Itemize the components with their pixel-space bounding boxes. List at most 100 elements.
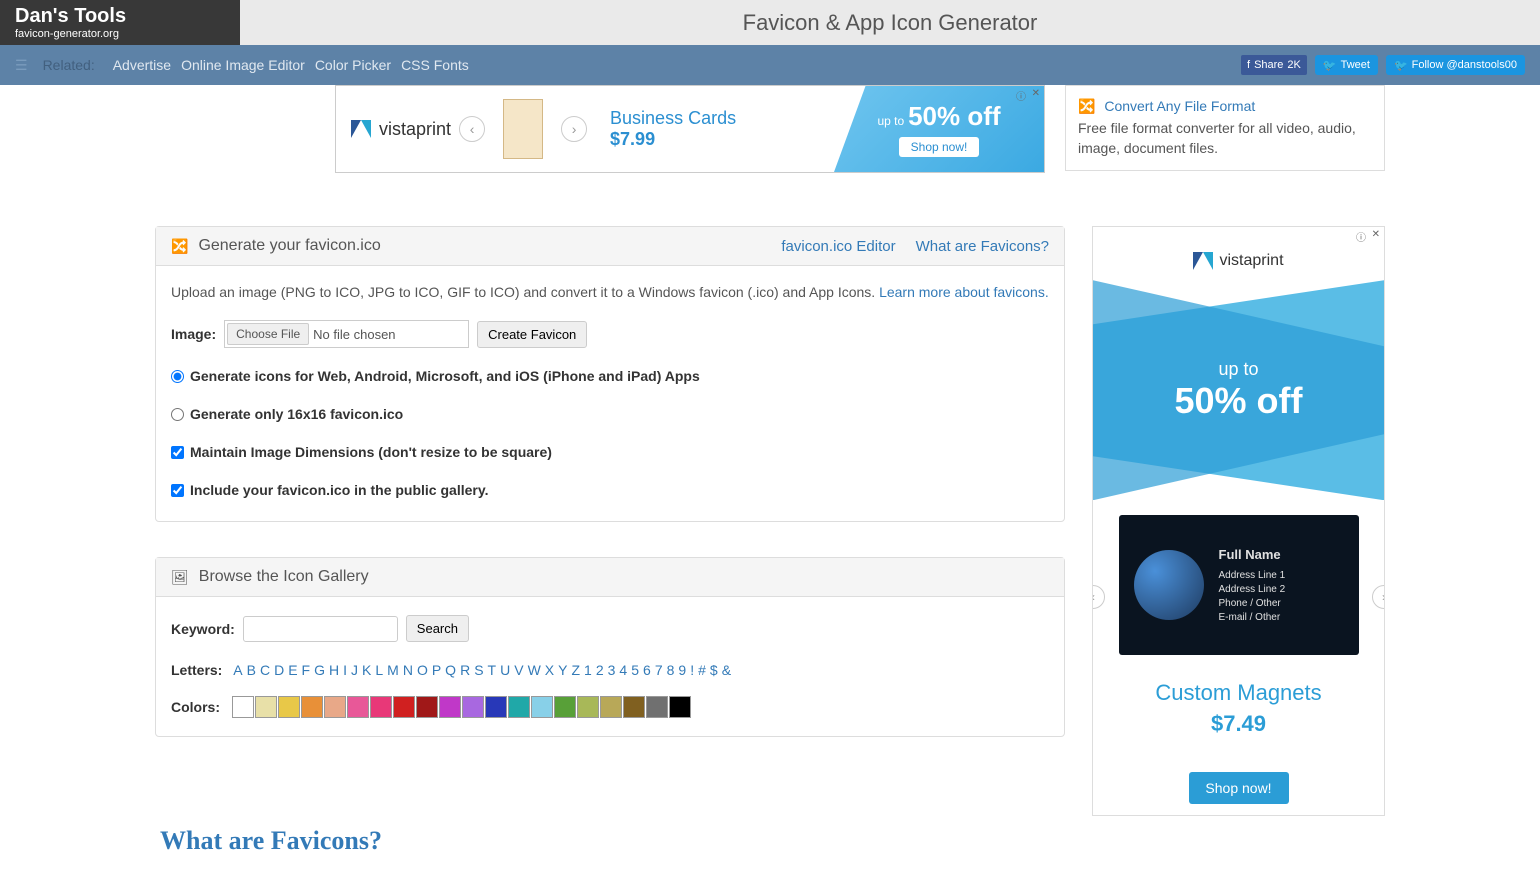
ad-sidebar[interactable]: ⓘ ✕ vistaprint up to 50% off <box>1092 226 1385 816</box>
choose-file-button[interactable]: Choose File <box>227 323 309 345</box>
ad-info-icon[interactable]: ⓘ <box>1356 229 1366 244</box>
color-swatch[interactable] <box>301 696 323 718</box>
ad-banner-top[interactable]: vistaprint ‹ › Business Cards $7.99 up t… <box>335 85 1045 173</box>
color-swatch[interactable] <box>485 696 507 718</box>
letter-link[interactable]: N <box>403 662 413 678</box>
letter-link[interactable]: ! <box>690 662 694 678</box>
color-swatch[interactable] <box>370 696 392 718</box>
ad-prev-icon[interactable]: ‹ <box>459 116 485 142</box>
letter-link[interactable]: 1 <box>584 662 592 678</box>
letter-link[interactable]: G <box>314 662 325 678</box>
image-icon: 🖼 <box>171 569 189 586</box>
color-swatch[interactable] <box>577 696 599 718</box>
color-swatch[interactable] <box>278 696 300 718</box>
letter-link[interactable]: 3 <box>608 662 616 678</box>
letter-link[interactable]: E <box>288 662 297 678</box>
nav-link-advertise[interactable]: Advertise <box>113 57 171 73</box>
letter-link[interactable]: P <box>432 662 441 678</box>
radio-generate-all[interactable] <box>171 370 184 383</box>
letter-link[interactable]: 5 <box>631 662 639 678</box>
file-input[interactable]: Choose File No file chosen <box>224 320 469 348</box>
color-swatch[interactable] <box>393 696 415 718</box>
letter-link[interactable]: J <box>351 662 358 678</box>
letter-link[interactable]: C <box>260 662 270 678</box>
ad-side-shop-button[interactable]: Shop now! <box>1189 772 1289 804</box>
letter-link[interactable]: 4 <box>619 662 627 678</box>
learn-more-link[interactable]: Learn more about favicons. <box>879 284 1049 300</box>
search-button[interactable]: Search <box>406 615 469 642</box>
letter-link[interactable]: X <box>545 662 554 678</box>
letter-link[interactable]: 7 <box>655 662 663 678</box>
letter-link[interactable]: 8 <box>667 662 675 678</box>
ad-close-icon[interactable]: ✕ <box>1032 88 1040 99</box>
letter-link[interactable]: Y <box>558 662 567 678</box>
create-favicon-button[interactable]: Create Favicon <box>477 321 587 348</box>
letter-link[interactable]: U <box>500 662 510 678</box>
favicon-editor-link[interactable]: favicon.ico Editor <box>781 238 895 255</box>
letter-link[interactable]: & <box>722 662 731 678</box>
color-swatch[interactable] <box>600 696 622 718</box>
logo-subtitle: favicon-generator.org <box>15 28 240 40</box>
letter-link[interactable]: I <box>343 662 347 678</box>
letter-link[interactable]: S <box>474 662 483 678</box>
twitter-follow-button[interactable]: 🐦 Follow @danstools00 <box>1386 55 1525 75</box>
letter-link[interactable]: 6 <box>643 662 651 678</box>
letter-link[interactable]: L <box>375 662 383 678</box>
ad-card-preview <box>503 99 543 159</box>
ad-side-prev-icon[interactable]: ‹ <box>1092 585 1105 609</box>
logo-box[interactable]: Dan's Tools favicon-generator.org <box>0 0 240 45</box>
letter-link[interactable]: B <box>247 662 256 678</box>
facebook-share-button[interactable]: f Share 2K <box>1241 55 1307 75</box>
checkbox-maintain-dimensions[interactable] <box>171 446 184 459</box>
color-swatch[interactable] <box>646 696 668 718</box>
color-swatch[interactable] <box>347 696 369 718</box>
letter-link[interactable]: O <box>417 662 428 678</box>
color-swatch[interactable] <box>232 696 254 718</box>
ad-next-icon[interactable]: › <box>561 116 587 142</box>
letter-link[interactable]: Z <box>571 662 580 678</box>
convert-file-text: Free file format converter for all video… <box>1078 119 1372 158</box>
letter-link[interactable]: 2 <box>596 662 604 678</box>
hamburger-icon[interactable]: ☰ <box>15 57 28 74</box>
nav-link-css-fonts[interactable]: CSS Fonts <box>401 57 469 73</box>
letter-link[interactable]: W <box>528 662 541 678</box>
color-swatch[interactable] <box>531 696 553 718</box>
letter-link[interactable]: 9 <box>678 662 686 678</box>
color-swatch[interactable] <box>439 696 461 718</box>
ad-offer-text: Business Cards <box>610 108 736 129</box>
ad-shop-button[interactable]: Shop now! <box>899 137 980 157</box>
letter-link[interactable]: Q <box>445 662 456 678</box>
color-swatch[interactable] <box>508 696 530 718</box>
letter-link[interactable]: R <box>460 662 470 678</box>
radio-generate-16[interactable] <box>171 408 184 421</box>
vista-v-icon <box>1193 252 1213 270</box>
keyword-input[interactable] <box>243 616 398 642</box>
what-are-favicons-link[interactable]: What are Favicons? <box>916 238 1049 255</box>
color-swatch[interactable] <box>255 696 277 718</box>
ad-info-icon[interactable]: ⓘ <box>1016 88 1026 103</box>
twitter-tweet-button[interactable]: 🐦 Tweet <box>1315 55 1378 75</box>
nav-link-image-editor[interactable]: Online Image Editor <box>181 57 305 73</box>
letter-link[interactable]: V <box>514 662 523 678</box>
ad-close-icon[interactable]: ✕ <box>1372 229 1380 240</box>
ad-vista-logo: vistaprint <box>351 119 451 140</box>
letter-link[interactable]: M <box>387 662 399 678</box>
color-swatch[interactable] <box>669 696 691 718</box>
letter-link[interactable]: F <box>302 662 311 678</box>
color-swatch[interactable] <box>623 696 645 718</box>
letter-link[interactable]: D <box>274 662 284 678</box>
letter-link[interactable]: K <box>362 662 371 678</box>
letter-link[interactable]: # <box>698 662 706 678</box>
letter-link[interactable]: T <box>488 662 497 678</box>
nav-link-color-picker[interactable]: Color Picker <box>315 57 391 73</box>
convert-file-link[interactable]: Convert Any File Format <box>1104 98 1255 114</box>
color-swatch[interactable] <box>554 696 576 718</box>
color-swatch[interactable] <box>324 696 346 718</box>
color-swatch[interactable] <box>416 696 438 718</box>
color-swatch[interactable] <box>462 696 484 718</box>
letter-link[interactable]: H <box>329 662 339 678</box>
letter-link[interactable]: $ <box>710 662 718 678</box>
checkbox-public-gallery[interactable] <box>171 484 184 497</box>
ad-side-next-icon[interactable]: › <box>1372 585 1385 609</box>
letter-link[interactable]: A <box>233 662 242 678</box>
